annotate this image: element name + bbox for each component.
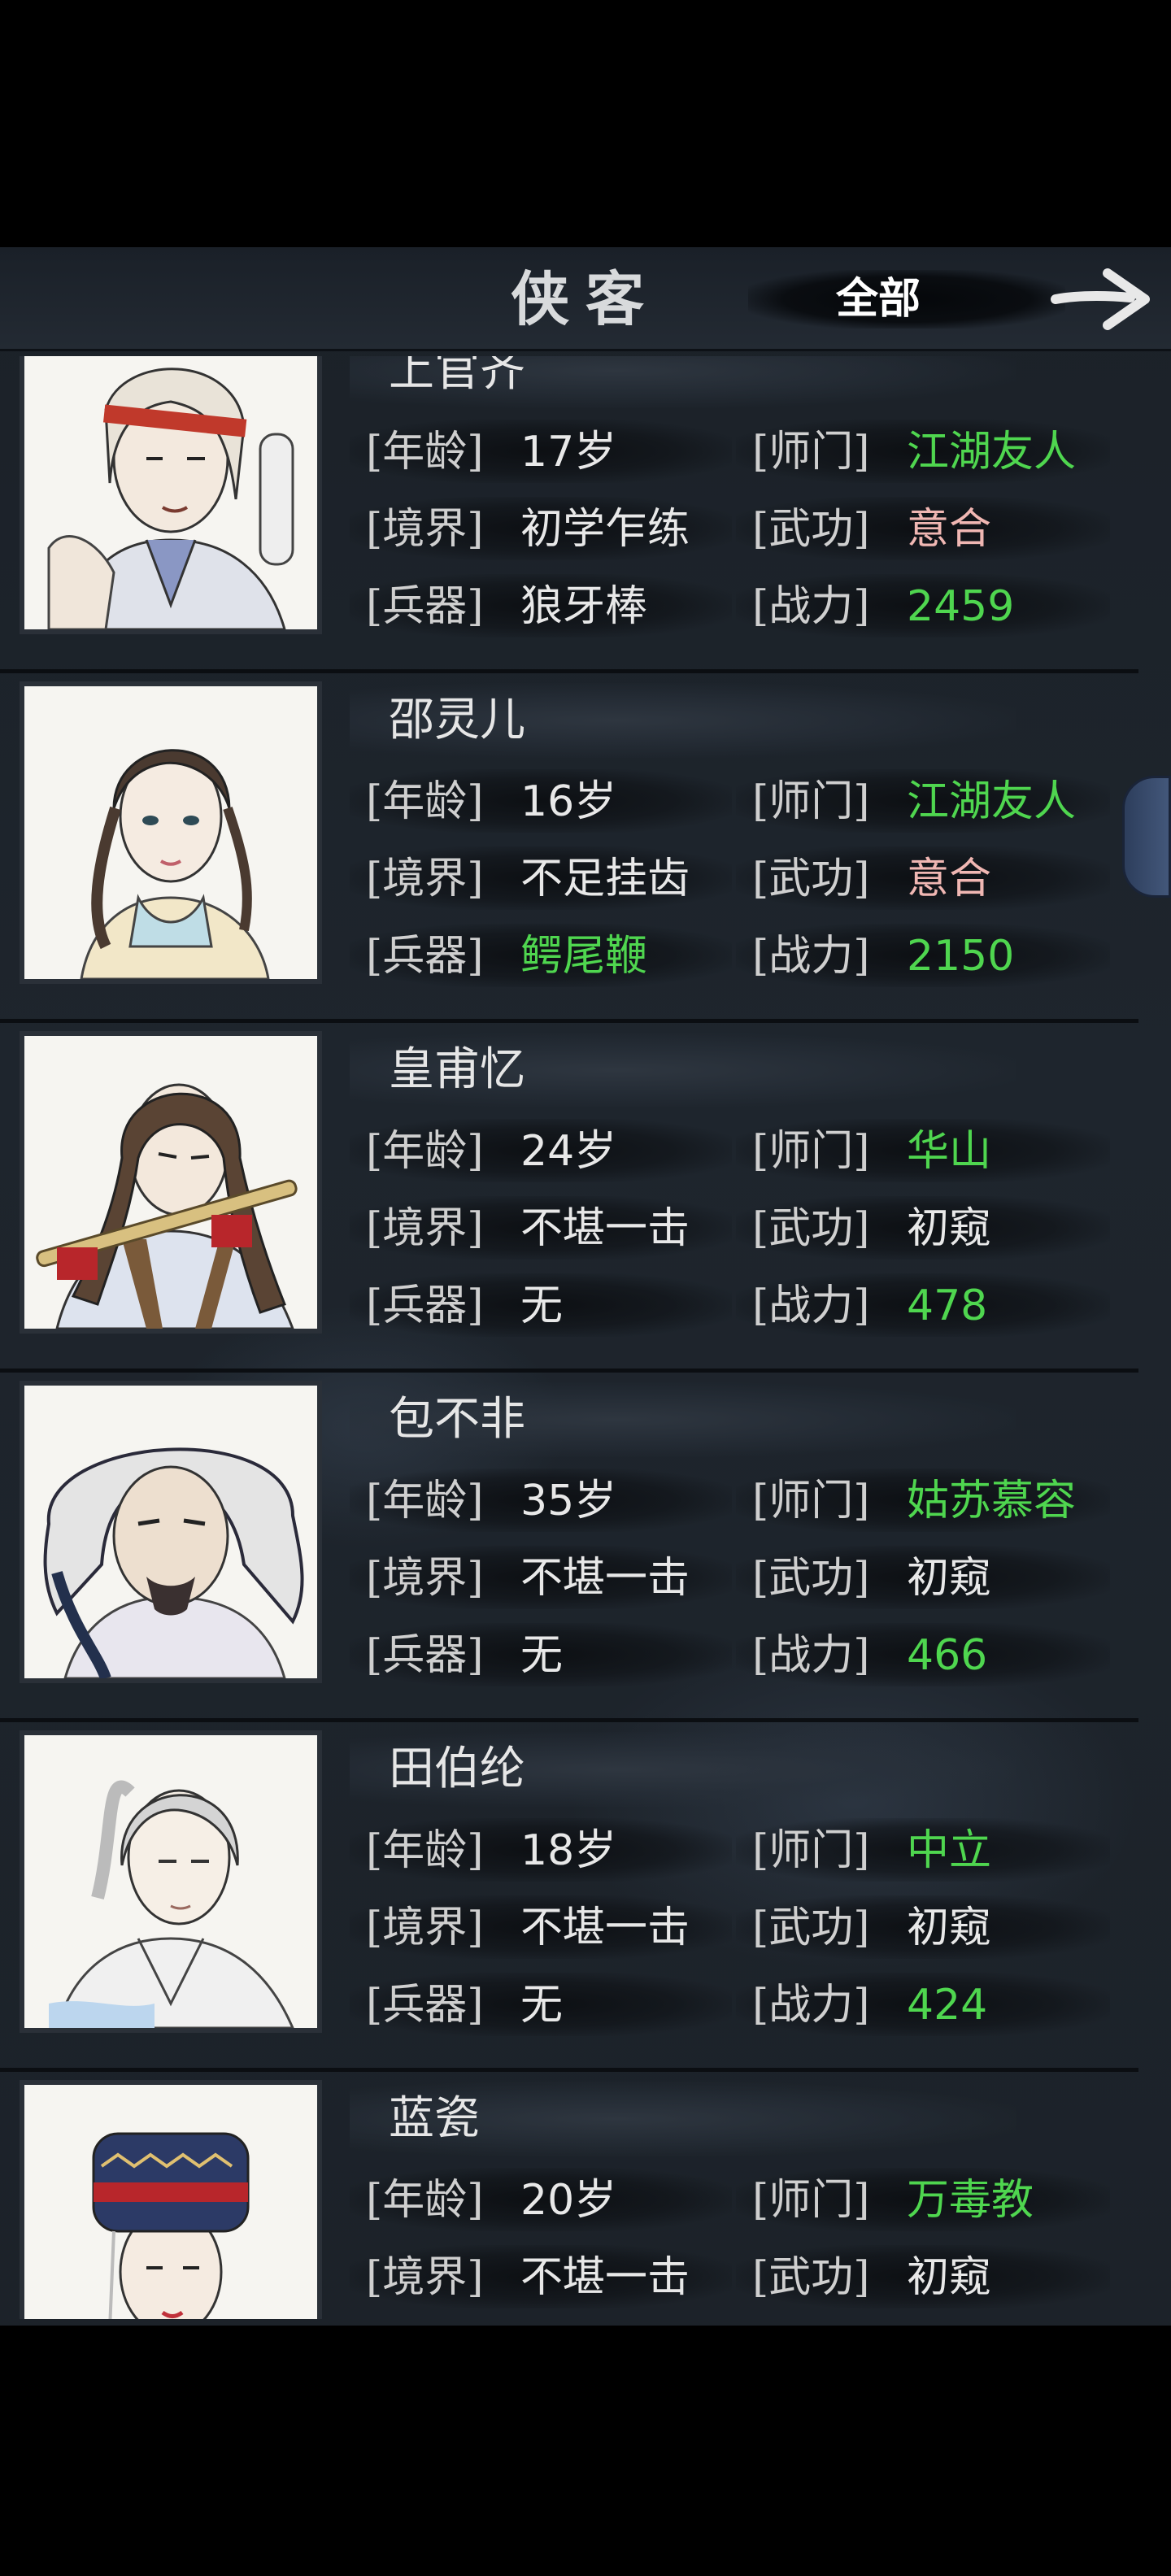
stat-value-realm: 不堪一击	[520, 2253, 690, 2302]
stat-label-age: [年龄]	[366, 1127, 484, 1176]
portrait-ponytail-scholar	[24, 1735, 317, 2028]
hero-name: 蓝瓷	[389, 2092, 480, 2145]
stat-label-power: [战力]	[752, 1281, 870, 1330]
stat-label-realm: [境界]	[366, 505, 484, 554]
hero-card[interactable]: 蓝瓷[年龄]20岁[师门]万毒教[境界]不堪一击[武功]初窥[兵器]无[战力]—	[0, 2072, 1138, 2319]
stat-value-sect: 江湖友人	[907, 777, 1077, 826]
stat-label-sect: [师门]	[752, 1826, 870, 1875]
stat-label-power: [战力]	[752, 582, 870, 631]
stat-value-weapon: 无	[520, 1631, 564, 1680]
hero-list[interactable]: 上官齐 [年龄] 17岁 [师门] 江湖友人 [境界] 初学乍练 [武功] 意合 [兵器] 狼牙棒 […	[0, 356, 1171, 2319]
stat-label-sect: [师门]	[752, 428, 870, 476]
stat-value-age: 16岁	[520, 777, 617, 826]
stat-value-power: 2459	[907, 582, 1015, 631]
stat-label-skill: [武功]	[752, 1904, 870, 1952]
stat-value-weapon: 无	[520, 1281, 564, 1330]
filter-button[interactable]: 全部	[805, 272, 951, 327]
stat-value-power: 2150	[907, 932, 1015, 981]
stat-label-realm: [境界]	[366, 2253, 484, 2302]
hero-card[interactable]: 上官齐 [年龄] 17岁 [师门] 江湖友人 [境界] 初学乍练 [武功] 意合 [兵器] 狼牙棒 […	[0, 356, 1138, 673]
hero-name: 上官齐	[389, 356, 525, 397]
hero-card[interactable]: 皇甫忆 [年龄] 24岁 [师门] 华山 [境界] 不堪一击 [武功] 初窥 [兵器] 无 [战力] 4…	[0, 1023, 1138, 1373]
stat-label-skill: [武功]	[752, 505, 870, 554]
stat-label-power: [战力]	[752, 932, 870, 981]
stat-label-skill: [武功]	[752, 1204, 870, 1253]
stat-label-weapon: [兵器]	[366, 1981, 484, 2030]
stat-value-skill: 初窥	[907, 1904, 992, 1952]
stat-label-realm: [境界]	[366, 1554, 484, 1603]
stat-value-sect: 华山	[907, 1127, 992, 1176]
stat-label-weapon: [兵器]	[366, 582, 484, 631]
hero-name: 田伯纶	[389, 1743, 525, 1795]
stat-value-skill: 初窥	[907, 1554, 992, 1603]
hero-name: 包不非	[389, 1393, 525, 1446]
stat-value-sect: 姑苏慕容	[907, 1477, 1077, 1525]
stat-label-weapon: [兵器]	[366, 1281, 484, 1330]
stat-label-skill: [武功]	[752, 2253, 870, 2302]
stat-value-age: 35岁	[520, 1477, 617, 1525]
portrait-flute-player	[24, 1036, 317, 1329]
stat-value-age: 17岁	[520, 428, 617, 476]
stat-label-power: [战力]	[752, 1631, 870, 1680]
hero-name: 皇甫忆	[389, 1043, 525, 1096]
stat-label-age: [年龄]	[366, 1826, 484, 1875]
stat-value-sect: 中立	[907, 1826, 992, 1875]
stat-label-sect: [师门]	[752, 1477, 870, 1525]
stat-value-weapon: 鳄尾鞭	[520, 932, 648, 981]
stat-value-age: 24岁	[520, 1127, 617, 1176]
stat-value-power: 424	[907, 1981, 988, 2030]
stat-value-realm: 不堪一击	[520, 1904, 690, 1952]
stat-value-realm: 不堪一击	[520, 1554, 690, 1603]
hero-card[interactable]: 田伯纶 [年龄] 18岁 [师门] 中立 [境界] 不堪一击 [武功] 初窥 [兵器] 无 [战力] 4…	[0, 1722, 1138, 2072]
stat-label-sect: [师门]	[752, 1127, 870, 1176]
hero-card[interactable]: 包不非 [年龄] 35岁 [师门] 姑苏慕容 [境界] 不堪一击 [武功] 初窥 [兵器] 无 [战力…	[0, 1373, 1138, 1722]
page-title: 侠客	[510, 264, 660, 333]
portrait-headband-swordsman	[24, 356, 317, 629]
hero-card[interactable]: 邵灵儿 [年龄] 16岁 [师门] 江湖友人 [境界] 不足挂齿 [武功] 意合 [兵器] 鳄尾鞭 […	[0, 673, 1138, 1023]
stat-value-weapon: 无	[520, 1981, 564, 2030]
portrait-bearded-man	[24, 1386, 317, 1678]
stat-label-age: [年龄]	[366, 777, 484, 826]
stat-value-realm: 不足挂齿	[520, 855, 690, 903]
stat-value-power: 478	[907, 1281, 988, 1330]
portrait-miao-woman	[24, 2085, 317, 2319]
stat-label-realm: [境界]	[366, 855, 484, 903]
stat-value-sect: 万毒教	[907, 2176, 1034, 2225]
stat-value-sect: 江湖友人	[907, 428, 1077, 476]
header-bar: 侠客 全部	[0, 247, 1171, 351]
stat-value-age: 18岁	[520, 1826, 617, 1875]
stat-value-weapon: 狼牙棒	[520, 582, 648, 631]
portrait-young-woman	[24, 686, 317, 979]
stat-label-weapon: [兵器]	[366, 932, 484, 981]
stat-label-realm: [境界]	[366, 1204, 484, 1253]
hero-list-panel: 侠客 全部 上官齐 [年龄] 17岁 [师门] 江湖友人 [境界] 初学乍练 [武功] 意合 [兵…	[0, 247, 1171, 2326]
stat-value-skill: 意合	[907, 505, 992, 554]
stat-label-weapon: [兵器]	[366, 1631, 484, 1680]
stat-label-age: [年龄]	[366, 428, 484, 476]
stat-label-sect: [师门]	[752, 2176, 870, 2225]
stat-value-skill: 意合	[907, 855, 992, 903]
stat-label-skill: [武功]	[752, 855, 870, 903]
stat-label-age: [年龄]	[366, 2176, 484, 2225]
side-tab-button[interactable]	[1122, 776, 1171, 898]
stat-value-power: 466	[907, 1631, 988, 1680]
stat-label-skill: [武功]	[752, 1554, 870, 1603]
stat-label-power: [战力]	[752, 1981, 870, 2030]
stat-value-skill: 初窥	[907, 2253, 992, 2302]
stat-value-realm: 初学乍练	[520, 505, 690, 554]
stat-label-sect: [师门]	[752, 777, 870, 826]
back-arrow-icon[interactable]	[1049, 265, 1155, 333]
stat-value-realm: 不堪一击	[520, 1204, 690, 1253]
stat-value-age: 20岁	[520, 2176, 617, 2225]
hero-name: 邵灵儿	[389, 694, 525, 746]
stat-value-skill: 初窥	[907, 1204, 992, 1253]
stat-label-age: [年龄]	[366, 1477, 484, 1525]
stat-label-realm: [境界]	[366, 1904, 484, 1952]
